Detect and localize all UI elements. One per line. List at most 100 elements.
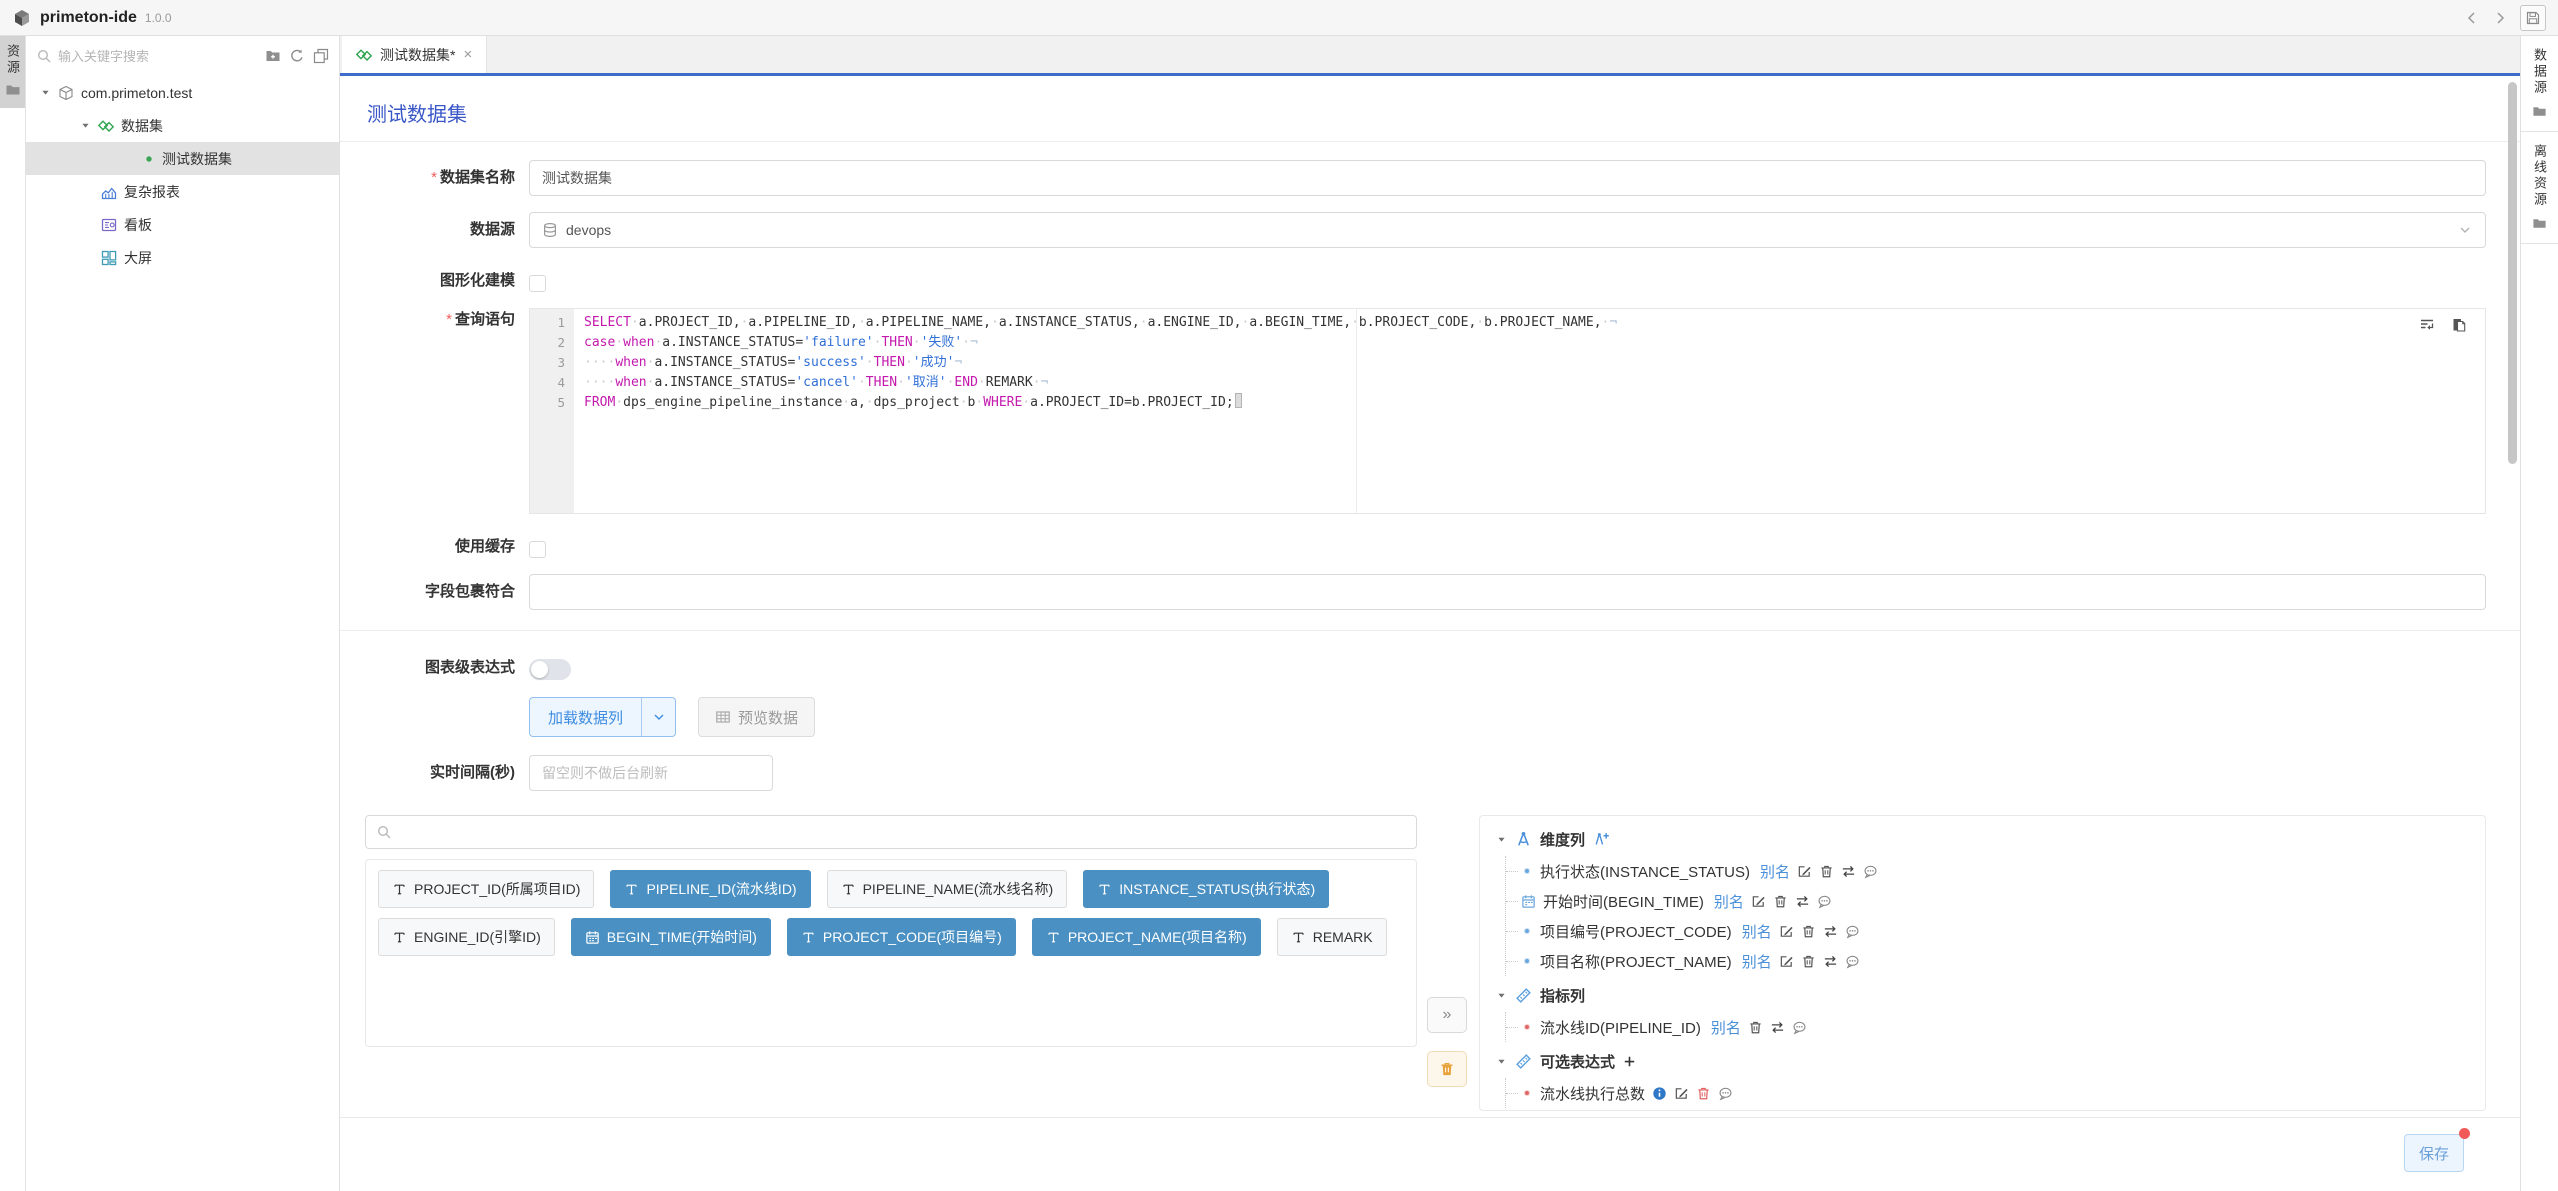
alias-link[interactable]: 别名 (1714, 891, 1744, 912)
column-item[interactable]: 执行状态(INSTANCE_STATUS)别名 (1506, 856, 2469, 886)
close-icon[interactable]: × (463, 47, 472, 62)
table-grid-icon (715, 709, 731, 725)
activity-tab-数据源[interactable]: 数据源 (2521, 36, 2558, 132)
dataset-name-input[interactable] (529, 160, 2486, 196)
alias-link[interactable]: 别名 (1742, 921, 1772, 942)
trash-red-icon[interactable] (1696, 1086, 1711, 1101)
chevron-down-icon[interactable] (641, 698, 675, 736)
copy-sql-icon[interactable] (2451, 317, 2467, 333)
comment-icon[interactable] (1845, 924, 1860, 939)
caret-down-icon[interactable] (1496, 990, 1507, 1001)
tree-item[interactable]: 数据集 (26, 109, 339, 142)
column-group-header[interactable]: 可选表达式 (1496, 1044, 2469, 1078)
trash-icon[interactable] (1801, 954, 1816, 969)
trash-icon[interactable] (1819, 864, 1834, 879)
collapse-all-icon[interactable] (313, 48, 329, 64)
tree-item[interactable]: com.primeton.test (26, 76, 339, 109)
swap-icon[interactable] (1770, 1020, 1785, 1035)
use-cache-checkbox[interactable] (529, 541, 546, 558)
plus-icon[interactable] (1623, 1055, 1636, 1068)
comment-icon[interactable] (1792, 1020, 1807, 1035)
column-group-header[interactable]: 维度列 (1496, 822, 2469, 856)
alias-link[interactable]: 别名 (1742, 951, 1772, 972)
caret-down-icon[interactable] (40, 87, 51, 98)
column-group-header[interactable]: 指标列 (1496, 978, 2469, 1012)
datasource-select[interactable]: devops (529, 212, 2486, 248)
blue-dot-icon (1521, 865, 1533, 877)
info-icon[interactable] (1652, 1086, 1667, 1101)
comment-icon[interactable] (1863, 864, 1878, 879)
move-all-button[interactable]: » (1427, 997, 1467, 1033)
editor-code[interactable]: SELECT·a.PROJECT_ID,·a.PIPELINE_ID,·a.PI… (574, 309, 2485, 513)
comment-icon[interactable] (1817, 894, 1832, 909)
save-button[interactable]: 保存 (2404, 1134, 2464, 1172)
tree-item[interactable]: 测试数据集 (26, 142, 339, 175)
tree-item[interactable]: 复杂报表 (26, 175, 339, 208)
activity-tab-resources[interactable]: 资源 (0, 36, 25, 108)
fields-search[interactable] (365, 815, 1417, 849)
field-chip[interactable]: PROJECT_ID(所属项目ID) (378, 870, 594, 908)
edit-icon[interactable] (1751, 894, 1766, 909)
activity-tab-离线资源[interactable]: 离线资源 (2521, 132, 2558, 244)
scrollbar-thumb[interactable] (2508, 82, 2517, 464)
trash-icon[interactable] (1748, 1020, 1763, 1035)
titlebar-save-button[interactable] (2520, 5, 2546, 31)
trash-icon[interactable] (1801, 924, 1816, 939)
field-chip[interactable]: PIPELINE_NAME(流水线名称) (827, 870, 1068, 908)
column-item-label: 项目名称(PROJECT_NAME) (1540, 951, 1732, 972)
field-chip[interactable]: REMARK (1277, 918, 1387, 956)
text-type-icon (1291, 930, 1306, 945)
graphical-modeling-checkbox[interactable] (529, 275, 546, 292)
column-item[interactable]: 项目编号(PROJECT_CODE)别名 (1506, 916, 2469, 946)
tab-test-dataset[interactable]: 测试数据集* × (342, 36, 487, 73)
field-chip[interactable]: BEGIN_TIME(开始时间) (571, 918, 771, 956)
sql-editor[interactable]: 12345 SELECT·a.PROJECT_ID,·a.PIPELINE_ID… (529, 308, 2486, 514)
edit-icon[interactable] (1779, 954, 1794, 969)
refresh-icon[interactable] (289, 48, 305, 64)
fields-search-input[interactable] (400, 825, 1406, 840)
trash-icon[interactable] (1773, 894, 1788, 909)
field-chip[interactable]: PROJECT_CODE(项目编号) (787, 918, 1016, 956)
field-chip[interactable]: ENGINE_ID(引擎ID) (378, 918, 555, 956)
realtime-interval-input[interactable] (529, 755, 773, 791)
format-sql-icon[interactable] (2419, 317, 2435, 333)
alias-link[interactable]: 别名 (1760, 861, 1790, 882)
swap-icon[interactable] (1841, 864, 1856, 879)
caret-down-icon[interactable] (1496, 1056, 1507, 1067)
explorer-search[interactable] (36, 48, 259, 64)
column-item[interactable]: 流水线执行总数 (1506, 1078, 2469, 1108)
edit-icon[interactable] (1674, 1086, 1689, 1101)
preview-data-button[interactable]: 预览数据 (698, 697, 815, 737)
folder-icon (5, 82, 21, 98)
column-item[interactable]: 开始时间(BEGIN_TIME)别名 (1506, 886, 2469, 916)
clear-columns-button[interactable] (1427, 1051, 1467, 1087)
edit-icon[interactable] (1797, 864, 1812, 879)
column-item[interactable]: 流水线ID(PIPELINE_ID)别名 (1506, 1012, 2469, 1042)
field-wrapper-input[interactable] (529, 574, 2486, 610)
swap-icon[interactable] (1823, 924, 1838, 939)
tree-item[interactable]: 看板 (26, 208, 339, 241)
tree-item[interactable]: 大屏 (26, 241, 339, 274)
add-dimension-icon[interactable] (1593, 831, 1610, 848)
edit-icon[interactable] (1779, 924, 1794, 939)
load-columns-button[interactable]: 加载数据列 (529, 697, 676, 737)
swap-icon[interactable] (1795, 894, 1810, 909)
field-chip[interactable]: INSTANCE_STATUS(执行状态) (1083, 870, 1329, 908)
field-chip[interactable]: PROJECT_NAME(项目名称) (1032, 918, 1261, 956)
column-group-title: 可选表达式 (1540, 1051, 1615, 1072)
caret-down-icon[interactable] (1496, 834, 1507, 845)
main-scrollbar[interactable] (2507, 80, 2517, 1113)
chart-expression-toggle[interactable] (529, 659, 571, 680)
caret-down-icon[interactable] (80, 120, 91, 131)
alias-link[interactable]: 别名 (1711, 1017, 1741, 1038)
new-folder-icon[interactable] (265, 48, 281, 64)
swap-icon[interactable] (1823, 954, 1838, 969)
green-dot-icon (143, 153, 155, 165)
comment-icon[interactable] (1718, 1086, 1733, 1101)
nav-forward-icon[interactable] (2492, 10, 2508, 26)
explorer-search-input[interactable] (58, 49, 259, 64)
nav-back-icon[interactable] (2464, 10, 2480, 26)
field-chip[interactable]: PIPELINE_ID(流水线ID) (610, 870, 810, 908)
comment-icon[interactable] (1845, 954, 1860, 969)
column-item[interactable]: 项目名称(PROJECT_NAME) 别名 (1506, 946, 2469, 976)
